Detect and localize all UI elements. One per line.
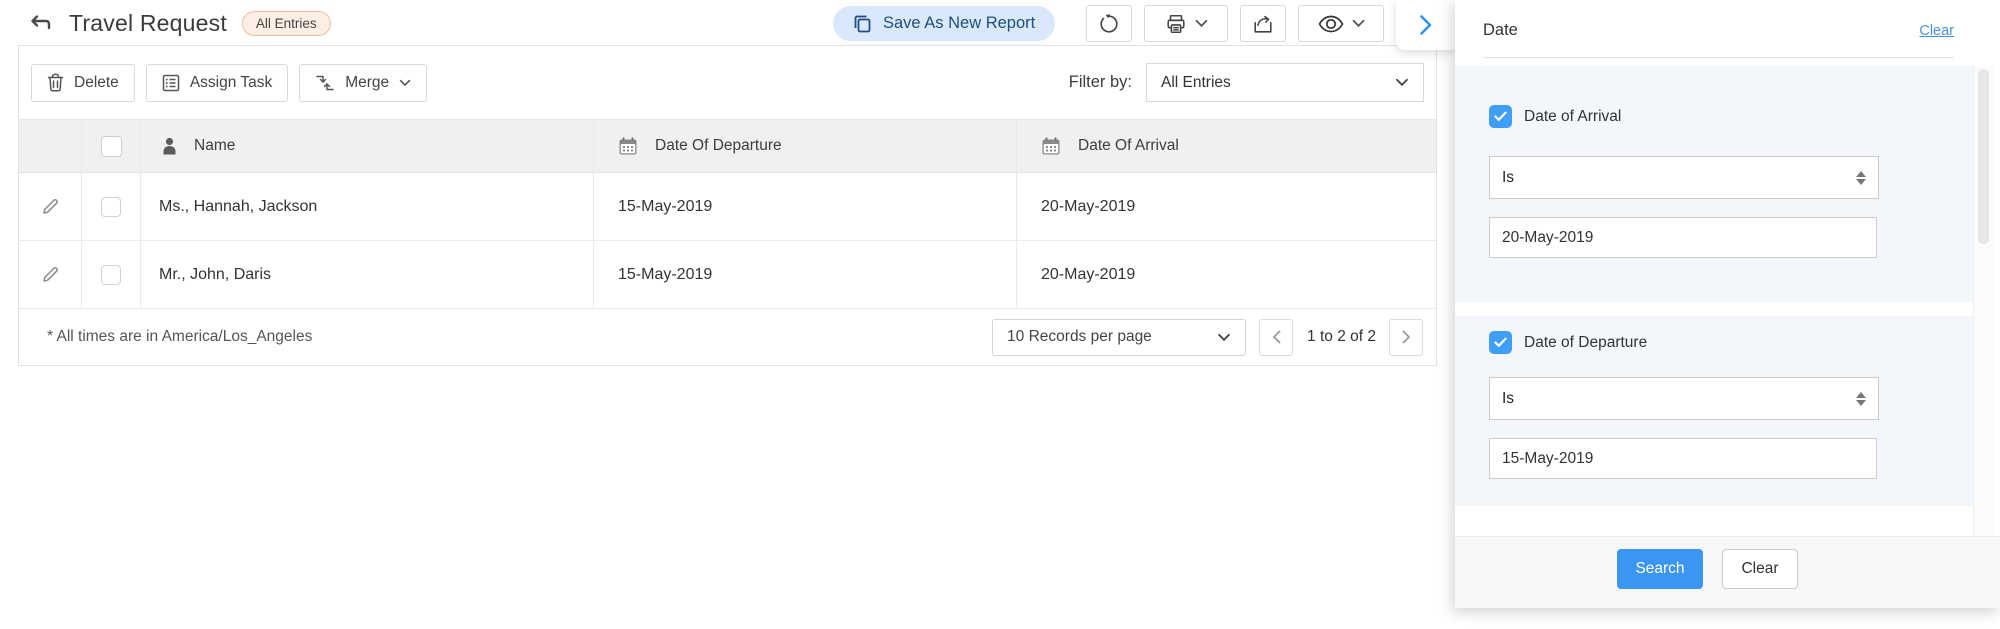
select-spinner-icon (1856, 391, 1866, 406)
page-info: 1 to 2 of 2 (1307, 328, 1376, 345)
edit-cell (19, 173, 82, 240)
timezone-note: * All times are in America/Los_Angeles (47, 328, 313, 345)
filter-by-label: Filter by: (1068, 73, 1132, 91)
report-panel: Delete Assign Task Merge Filter by: All … (18, 45, 1437, 366)
arrival-cell: 20-May-2019 (1041, 197, 1136, 215)
view-badge: All Entries (241, 11, 331, 36)
save-as-new-report-button[interactable]: Save As New Report (833, 6, 1056, 41)
departure-check-row: Date of Departure (1489, 331, 1647, 354)
refresh-button[interactable] (1086, 5, 1132, 42)
arrival-filter-section: Date of Arrival Is (1455, 66, 1973, 302)
departure-checkbox[interactable] (1489, 331, 1512, 354)
arrival-check-row: Date of Arrival (1489, 105, 1621, 128)
panel-footer: Search Clear (1455, 536, 2000, 608)
table-footer: * All times are in America/Los_Angeles 1… (19, 309, 1436, 365)
panel-scrollbar[interactable] (1973, 66, 1994, 555)
prev-page-button[interactable] (1259, 318, 1294, 356)
eye-icon (1318, 15, 1344, 33)
chevron-down-icon (1352, 19, 1365, 28)
clear-button[interactable]: Clear (1722, 549, 1798, 589)
arrival-checkbox[interactable] (1489, 105, 1512, 128)
record-toolbar: Delete Assign Task Merge Filter by: All … (19, 46, 1436, 119)
date-filter-panel: Date Clear Date of Arrival Is 20-May-201… (1455, 0, 2000, 608)
name-cell: Ms., Hannah, Jackson (141, 173, 594, 240)
row-checkbox[interactable] (101, 264, 121, 285)
page-title: Travel Request (69, 10, 227, 36)
print-button[interactable] (1144, 5, 1228, 42)
name-column-header[interactable]: Name (141, 120, 594, 172)
select-all-checkbox[interactable] (100, 135, 122, 157)
row-checkbox[interactable] (101, 196, 121, 217)
delete-button[interactable]: Delete (31, 63, 135, 102)
trash-icon (47, 73, 64, 92)
departure-filter-section: Date of Departure Is (1455, 316, 1973, 506)
next-page-button[interactable] (1389, 318, 1423, 356)
check-icon (1494, 111, 1507, 122)
select-all-cell (82, 120, 141, 172)
table-row[interactable]: Ms., Hannah, Jackson 15-May-2019 20-May-… (19, 173, 1436, 241)
edit-column-header (19, 120, 82, 172)
export-button[interactable] (1240, 5, 1286, 42)
refresh-icon (1098, 13, 1120, 35)
table-row[interactable]: Mr., John, Daris 15-May-2019 20-May-2019 (19, 241, 1436, 309)
pencil-icon[interactable] (41, 197, 60, 216)
pencil-icon[interactable] (41, 265, 60, 284)
arrival-date-input[interactable] (1489, 217, 1877, 258)
back-button[interactable] (26, 10, 54, 38)
travel-request-app: Travel Request All Entries Save As New R… (0, 0, 2000, 629)
edit-cell (19, 241, 82, 308)
chevron-right-icon (1419, 14, 1433, 36)
divider (1483, 57, 1954, 58)
departure-date-input[interactable] (1489, 438, 1877, 479)
person-icon (161, 137, 178, 156)
check-icon (1494, 337, 1507, 348)
arrival-label: Date of Arrival (1524, 107, 1622, 125)
search-button[interactable]: Search (1617, 549, 1703, 589)
filter-entries-select[interactable]: All Entries (1146, 63, 1424, 102)
table-header: Name Date Of Departure Date Of Arrival (19, 119, 1436, 173)
select-spinner-icon (1856, 170, 1866, 185)
merge-button[interactable]: Merge (299, 63, 428, 102)
task-list-icon (162, 74, 180, 92)
back-arrow-icon (27, 13, 53, 35)
filter-group: Filter by: All Entries (1069, 63, 1424, 102)
chevron-down-icon (1217, 333, 1231, 342)
calendar-icon (1041, 136, 1061, 156)
departure-label: Date of Departure (1524, 333, 1648, 351)
merge-arrows-icon (315, 74, 335, 92)
arrival-cell: 20-May-2019 (1041, 265, 1136, 283)
more-tools-button[interactable] (1396, 0, 1455, 50)
departure-cell: 15-May-2019 (594, 241, 1017, 308)
calendar-icon (618, 136, 638, 156)
chevron-down-icon (399, 79, 411, 87)
copy-icon (853, 14, 872, 33)
chevron-down-icon (1195, 19, 1208, 28)
row-check-cell (82, 173, 141, 240)
chevron-down-icon (1395, 78, 1409, 87)
scrollbar-thumb[interactable] (1978, 69, 1989, 244)
name-cell: Mr., John, Daris (141, 241, 594, 308)
arrival-column-header[interactable]: Date Of Arrival (1017, 120, 1436, 172)
departure-column-header[interactable]: Date Of Departure (594, 120, 1017, 172)
departure-cell: 15-May-2019 (594, 173, 1017, 240)
export-icon (1252, 13, 1274, 35)
records-per-page-select[interactable]: 10 Records per page (992, 318, 1247, 356)
view-options-button[interactable] (1298, 5, 1384, 42)
page-header: Travel Request All Entries (26, 0, 331, 47)
panel-title: Date (1483, 21, 1518, 39)
arrival-operator-select[interactable]: Is (1489, 156, 1879, 199)
printer-icon (1165, 13, 1187, 35)
panel-clear-link[interactable]: Clear (1919, 23, 1954, 39)
departure-operator-select[interactable]: Is (1489, 377, 1879, 420)
assign-task-button[interactable]: Assign Task (145, 63, 289, 102)
row-check-cell (82, 241, 141, 308)
